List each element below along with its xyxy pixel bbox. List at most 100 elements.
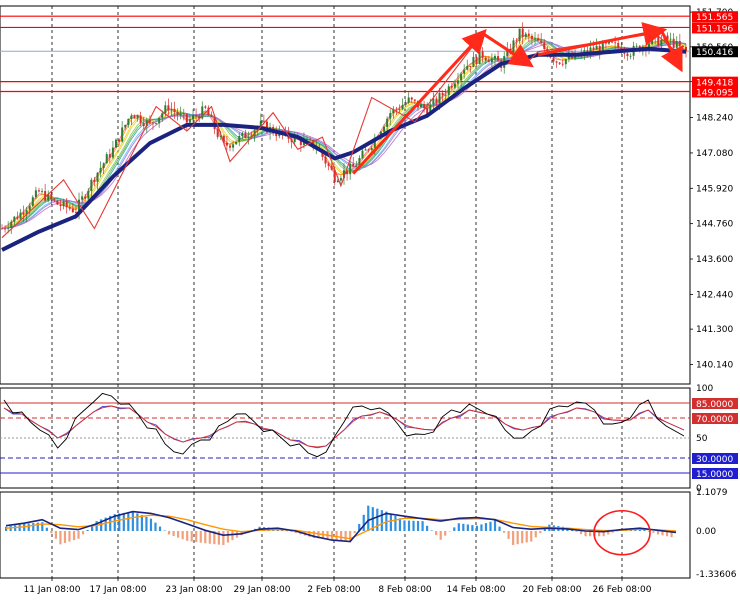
candle-body [543,42,546,50]
macd-histogram-bar [199,530,202,543]
candle-body [111,147,114,158]
candle-body [56,200,59,205]
candle-body [179,113,182,116]
candle-body [118,139,121,142]
candle-body [31,197,34,206]
macd-histogram-bar [45,527,48,531]
time-tick-label-0: 11 Jan 08:00 [24,585,81,595]
candle-body [182,113,185,115]
candle-body [13,216,16,222]
candle-body [19,212,22,219]
candle-body [614,42,617,44]
candle-body [407,97,410,103]
stoch-tick-label-5: 15.0000 [696,470,733,480]
candle-body [512,40,515,53]
macd-histogram-bar [453,527,456,531]
candle-body [155,123,158,125]
candle-body [629,55,632,57]
candle-body [22,212,25,215]
macd-histogram-bar [131,511,134,531]
candle-body [210,115,213,117]
candle-body [170,109,173,111]
macd-histogram-bar [362,514,365,531]
candle-body [229,145,231,148]
candle-body [413,99,416,101]
candle-body [185,114,188,123]
macd-tick-label-0: 1.1079 [696,488,728,498]
candle-body [537,38,540,41]
candle-body [540,40,543,43]
candle-body [309,139,312,141]
macd-histogram-bar [127,512,130,531]
macd-histogram-bar [430,530,433,531]
current-price-badge-label: 150.416 [696,48,733,58]
candle-body [352,163,355,167]
candle-body [490,58,493,63]
candle-body [438,93,441,104]
candle-body [654,36,657,39]
candle-body [478,51,481,64]
candle-body [420,104,423,108]
candle-body [50,193,53,199]
macd-tick-label-1: 0.00 [696,527,716,537]
macd-histogram-bar [530,530,533,542]
macd-histogram-bar [186,530,189,541]
chart-canvas: 151.700150.560149.418148.240147.080145.9… [0,5,738,595]
macd-histogram-bar [403,520,406,531]
level-badge-label-1: 151.196 [696,24,733,34]
macd-histogram-bar [181,530,184,540]
candle-body [34,190,37,198]
candle-body [7,227,10,229]
macd-histogram-bar [72,530,76,541]
candle-body [534,38,537,40]
candle-body [204,106,207,108]
macd-histogram-bar [407,520,411,531]
macd-histogram-bar [489,521,492,531]
macd-histogram-bar [579,530,583,535]
macd-histogram-bar [525,530,528,543]
candle-body [247,136,250,139]
time-tick-label-7: 20 Feb 08:00 [522,585,581,595]
macd-histogram-bar [448,530,451,532]
candle-body [386,118,389,127]
candle-body [53,198,56,201]
candle-body [68,207,71,209]
forex-chart-window: 151.700150.560149.418148.240147.080145.9… [0,0,740,600]
candle-body [635,45,638,47]
candle-body [681,45,684,47]
macd-histogram-bar [502,530,506,533]
time-tick-label-5: 8 Feb 08:00 [378,585,432,595]
macd-histogram-bar [484,523,488,531]
macd-histogram-bar [81,530,85,535]
candle-body [472,56,475,67]
candle-body [151,122,154,124]
time-tick-label-2: 23 Jan 08:00 [166,585,223,595]
candle-body [195,115,198,117]
stoch-tick-label-2: 70.0000 [696,415,733,425]
candle-body [124,124,127,128]
candle-body [176,112,179,116]
macd-histogram-bar [439,530,442,540]
macd-histogram-bar [466,524,469,531]
candle-body [466,66,469,70]
candle-body [339,178,342,181]
candle-body [555,61,558,63]
macd-histogram-bar [163,530,166,532]
candle-body [167,105,170,111]
candle-body [130,115,133,119]
candle-body [81,196,84,200]
candle-body [355,165,358,167]
macd-histogram-bar [416,520,420,531]
candle-body [127,118,130,125]
macd-histogram-bar [380,510,383,531]
price-tick-label-6: 144.760 [696,220,733,230]
macd-histogram-bar [498,526,501,531]
stoch-tick-label-4: 30.0000 [696,455,733,465]
macd-histogram-bar [145,516,148,531]
candle-body [595,45,598,50]
macd-histogram-bar [367,505,370,531]
candle-body [524,33,527,37]
candle-body [324,156,327,164]
candle-body [364,149,367,151]
candle-body [1,228,3,230]
